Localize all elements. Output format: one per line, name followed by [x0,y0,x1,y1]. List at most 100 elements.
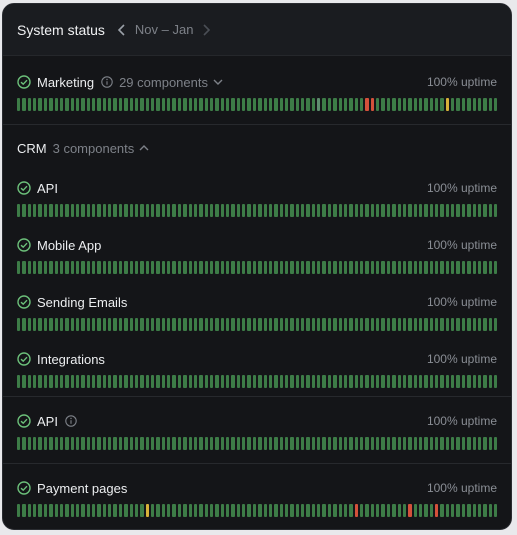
uptime-bar-ok[interactable] [376,204,380,217]
uptime-bar-ok[interactable] [156,204,160,217]
uptime-bar-ok[interactable] [140,318,144,331]
uptime-bar-ok[interactable] [38,261,42,274]
uptime-bar-ok[interactable] [27,98,32,111]
uptime-bar-ok[interactable] [199,318,203,331]
uptime-bar-ok[interactable] [274,437,278,450]
uptime-bar-ok[interactable] [97,318,101,331]
uptime-bar-ok[interactable] [172,261,176,274]
uptime-bar-ok[interactable] [108,437,112,450]
uptime-bar-ok[interactable] [92,504,96,517]
uptime-bar-ok[interactable] [290,318,294,331]
uptime-bar-ok[interactable] [472,504,476,517]
uptime-bar-ok[interactable] [349,204,353,217]
uptime-bar-ok[interactable] [263,437,267,450]
uptime-bar-ok[interactable] [97,204,101,217]
uptime-bar-ok[interactable] [231,375,235,388]
uptime-bar-ok[interactable] [381,261,385,274]
uptime-bar-ok[interactable] [70,261,74,274]
uptime-bar-ok[interactable] [193,318,198,331]
uptime-bar-ok[interactable] [322,261,326,274]
uptime-bar-ok[interactable] [435,318,439,331]
uptime-bar-ok[interactable] [402,204,407,217]
uptime-bar-ok[interactable] [65,98,69,111]
uptime-bar-ok[interactable] [65,504,69,517]
uptime-bar-ok[interactable] [349,437,353,450]
uptime-bar-ok[interactable] [209,504,214,517]
uptime-bar-ok[interactable] [440,375,444,388]
uptime-bar-ok[interactable] [236,204,241,217]
uptime-bar-ok[interactable] [472,437,476,450]
uptime-bar-ok[interactable] [488,375,492,388]
uptime-bar-ok[interactable] [290,504,294,517]
uptime-bar-ok[interactable] [54,204,58,217]
uptime-bar-ok[interactable] [156,98,160,111]
uptime-bar-ok[interactable] [290,204,294,217]
uptime-bar-ok[interactable] [477,98,482,111]
uptime-bar-ok[interactable] [183,504,187,517]
uptime-bar-ok[interactable] [397,437,401,450]
uptime-bar-ok[interactable] [445,318,450,331]
uptime-bar-ok[interactable] [418,318,423,331]
uptime-bar-ok[interactable] [193,504,198,517]
uptime-bar-ok[interactable] [65,318,69,331]
uptime-bar-ok[interactable] [397,504,401,517]
uptime-bar-ok[interactable] [483,504,487,517]
uptime-bar-ok[interactable] [183,318,187,331]
uptime-bar-ok[interactable] [268,261,273,274]
uptime-bar-ok[interactable] [429,98,434,111]
uptime-bar-ok[interactable] [167,204,171,217]
uptime-bar-ok[interactable] [59,204,64,217]
uptime-bar-ok[interactable] [413,318,417,331]
uptime-bar-ok[interactable] [124,204,128,217]
uptime-bar-ok[interactable] [81,204,85,217]
uptime-bar-ok[interactable] [129,261,133,274]
uptime-bar-ok[interactable] [322,98,326,111]
uptime-bar-ok[interactable] [226,375,230,388]
uptime-bar-ok[interactable] [226,204,230,217]
uptime-bar-ok[interactable] [38,318,42,331]
uptime-bar-ok[interactable] [317,204,321,217]
uptime-bar-ok[interactable] [209,98,214,111]
uptime-bar-ok[interactable] [204,261,208,274]
uptime-bar-ok[interactable] [236,261,241,274]
uptime-bar-ok[interactable] [451,375,455,388]
uptime-bar-ok[interactable] [150,204,155,217]
uptime-bar-ok[interactable] [360,98,364,111]
uptime-bar-ok[interactable] [209,437,214,450]
uptime-bar-ok[interactable] [279,318,283,331]
uptime-bar-ok[interactable] [177,98,182,111]
uptime-bar-ok[interactable] [301,318,305,331]
uptime-bar-ok[interactable] [81,504,85,517]
uptime-bar-ok[interactable] [65,375,69,388]
uptime-bar-ok[interactable] [118,504,123,517]
uptime-bar-ok[interactable] [70,98,74,111]
uptime-bar-ok[interactable] [49,375,53,388]
uptime-bar-ok[interactable] [59,318,64,331]
uptime-bar-ok[interactable] [311,98,316,111]
uptime-bar-ok[interactable] [354,375,358,388]
uptime-bar-ok[interactable] [86,318,91,331]
uptime-bar-ok[interactable] [381,98,385,111]
uptime-bar-ok[interactable] [381,204,385,217]
uptime-bar-ok[interactable] [204,204,208,217]
uptime-bar-ok[interactable] [75,437,80,450]
uptime-bar-ok[interactable] [483,375,487,388]
uptime-bar-ok[interactable] [376,318,380,331]
uptime-bar-ok[interactable] [418,375,423,388]
uptime-bar-ok[interactable] [301,437,305,450]
uptime-bar-ok[interactable] [65,261,69,274]
uptime-bar-ok[interactable] [231,98,235,111]
uptime-bar-ok[interactable] [311,375,316,388]
uptime-bar-ok[interactable] [124,375,128,388]
uptime-bar-ok[interactable] [327,504,332,517]
uptime-bar-ok[interactable] [33,261,37,274]
uptime-bar-ok[interactable] [467,204,471,217]
uptime-bar-ok[interactable] [440,318,444,331]
uptime-bar-ok[interactable] [97,375,101,388]
uptime-bar-ok[interactable] [59,375,64,388]
uptime-bar-ok[interactable] [477,437,482,450]
uptime-bar-ok[interactable] [167,437,171,450]
uptime-bar-ok[interactable] [295,318,300,331]
uptime-bar-ok[interactable] [215,98,219,111]
uptime-bar-ok[interactable] [263,504,267,517]
